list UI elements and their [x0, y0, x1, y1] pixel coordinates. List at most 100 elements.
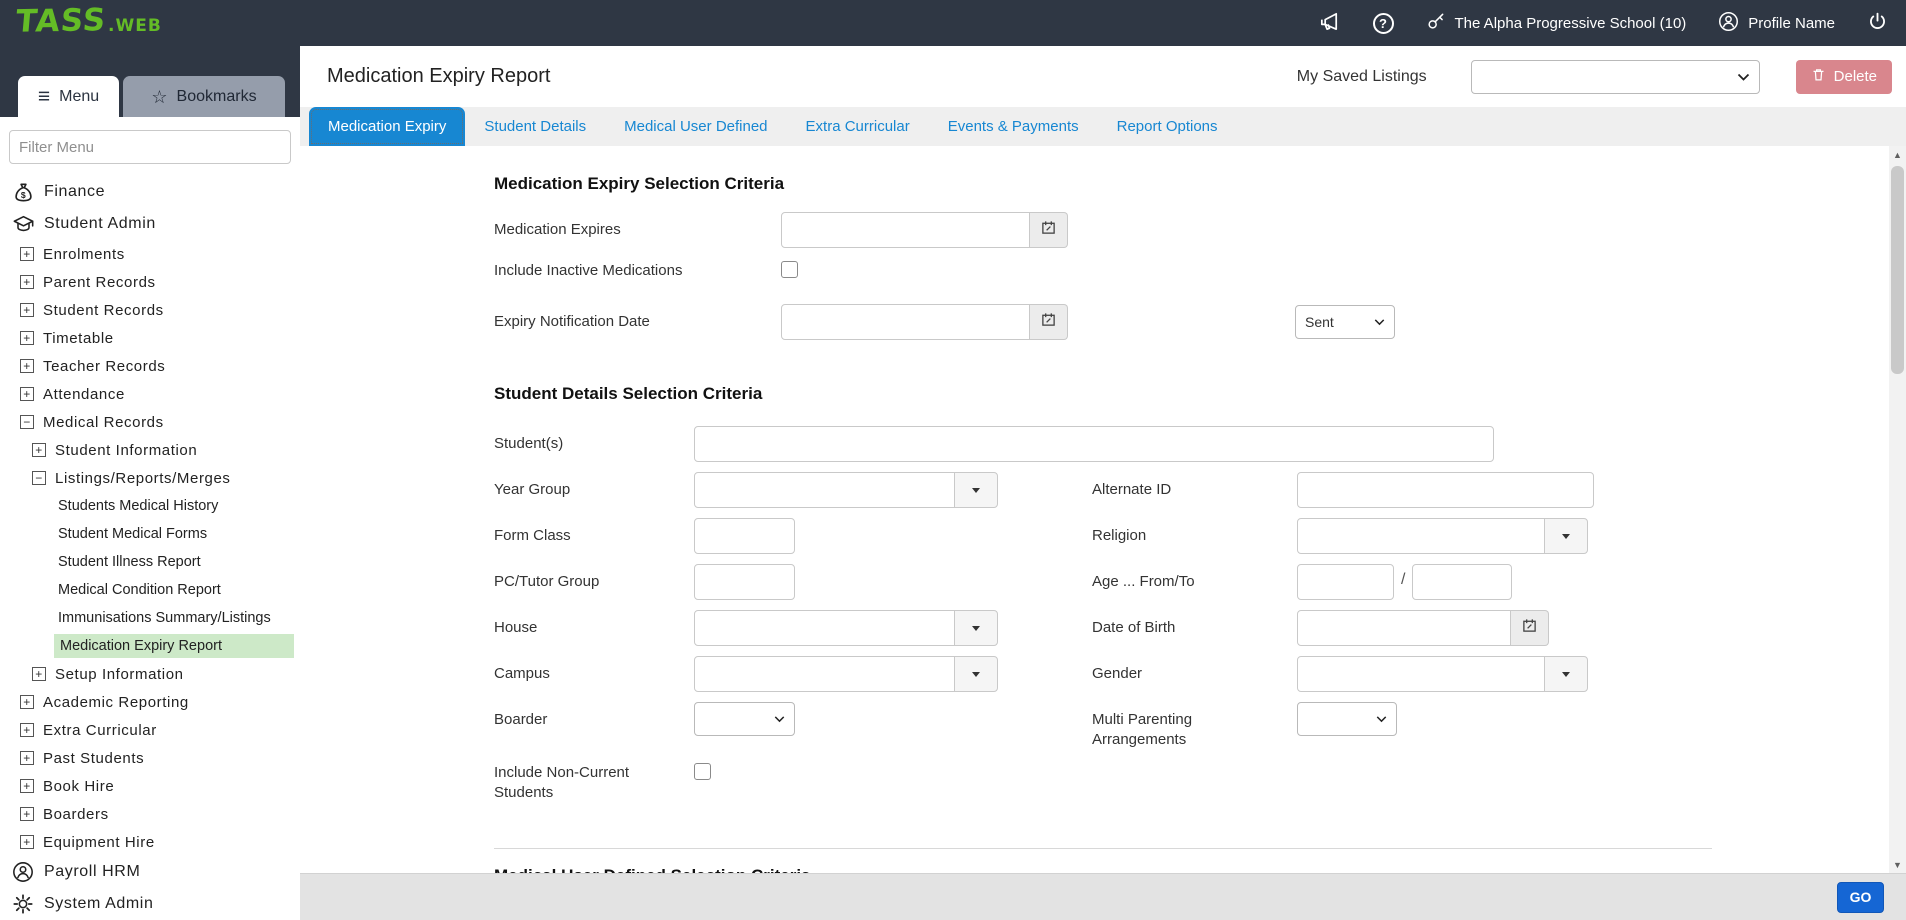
expand-icon[interactable]: + — [20, 723, 34, 737]
expiry-notification-status-select[interactable]: Sent — [1295, 305, 1395, 339]
expand-icon[interactable]: + — [20, 275, 34, 289]
sidebar-item-medical-records[interactable]: −Medical Records — [0, 408, 300, 436]
sidebar-item-medical-condition-report[interactable]: Medical Condition Report — [0, 576, 300, 604]
sidebar-item-students-medical-history[interactable]: Students Medical History — [0, 492, 300, 520]
expand-icon[interactable]: + — [20, 387, 34, 401]
sidebar-item-system-admin[interactable]: System Admin — [0, 888, 300, 920]
expiry-notification-datepicker-button[interactable] — [1030, 304, 1068, 340]
sidebar-item-listings-reports-merges[interactable]: −Listings/Reports/Merges — [0, 464, 300, 492]
expand-icon[interactable]: + — [20, 779, 34, 793]
form-class-input[interactable] — [694, 518, 795, 554]
sidebar-item-attendance[interactable]: +Attendance — [0, 380, 300, 408]
tab-medication-expiry[interactable]: Medication Expiry — [309, 107, 465, 146]
dropdown-arrow-icon — [972, 672, 980, 677]
header-actions: ? The Alpha Progressive School (10) Prof… — [1318, 0, 1889, 46]
house-input[interactable] — [694, 610, 955, 646]
expand-icon[interactable]: + — [20, 303, 34, 317]
alternate-id-input[interactable] — [1297, 472, 1594, 508]
expand-icon[interactable]: + — [20, 359, 34, 373]
scroll-down-button[interactable]: ▼ — [1889, 856, 1906, 873]
campus-input[interactable] — [694, 656, 955, 692]
tab-medical-user-defined[interactable]: Medical User Defined — [605, 107, 786, 146]
delete-button-label: Delete — [1834, 68, 1877, 85]
sidebar-item-student-admin[interactable]: Student Admin — [0, 208, 300, 240]
help-icon: ? — [1373, 13, 1394, 34]
expand-icon[interactable]: + — [32, 443, 46, 457]
pc-tutor-group-input[interactable] — [694, 564, 795, 600]
sidebar-item-parent-records[interactable]: +Parent Records — [0, 268, 300, 296]
sidebar-item-teacher-records[interactable]: +Teacher Records — [0, 352, 300, 380]
expand-icon[interactable]: + — [20, 331, 34, 345]
sidebar-item-student-records[interactable]: +Student Records — [0, 296, 300, 324]
expand-icon[interactable]: + — [20, 247, 34, 261]
sidebar-item-setup-information[interactable]: +Setup Information — [0, 660, 300, 688]
profile-menu[interactable]: Profile Name — [1718, 11, 1835, 36]
tab-student-details[interactable]: Student Details — [465, 107, 605, 146]
sidebar-item-medication-expiry-report[interactable]: Medication Expiry Report — [0, 632, 300, 660]
bookmarks-tab[interactable]: ☆ Bookmarks — [123, 76, 285, 117]
medication-expires-input[interactable] — [781, 212, 1030, 248]
saved-listings-select[interactable] — [1471, 60, 1760, 94]
scrollbar[interactable]: ▲ ▼ — [1889, 146, 1906, 873]
sidebar-item-academic-reporting[interactable]: +Academic Reporting — [0, 688, 300, 716]
go-button[interactable]: GO — [1837, 882, 1884, 913]
tab-extra-curricular[interactable]: Extra Curricular — [787, 107, 929, 146]
sidebar-item-finance[interactable]: $Finance — [0, 176, 300, 208]
sidebar: $FinanceStudent Admin+Enrolments+Parent … — [0, 117, 300, 920]
sidebar-item-payroll-hrm[interactable]: Payroll HRM — [0, 856, 300, 888]
scroll-up-button[interactable]: ▲ — [1889, 146, 1906, 163]
tab-report-options[interactable]: Report Options — [1098, 107, 1237, 146]
tab-events-payments[interactable]: Events & Payments — [929, 107, 1098, 146]
year-group-dropdown-button[interactable] — [954, 472, 998, 508]
sidebar-item-enrolments[interactable]: +Enrolments — [0, 240, 300, 268]
expand-icon[interactable]: + — [20, 835, 34, 849]
expiry-notification-label: Expiry Notification Date — [494, 304, 781, 332]
collapse-icon[interactable]: − — [32, 471, 46, 485]
sidebar-item-student-illness-report[interactable]: Student Illness Report — [0, 548, 300, 576]
expand-icon[interactable]: + — [20, 751, 34, 765]
sidebar-item-equipment-hire[interactable]: +Equipment Hire — [0, 828, 300, 856]
profile-name: Profile Name — [1748, 15, 1835, 32]
age-to-input[interactable] — [1412, 564, 1512, 600]
religion-input[interactable] — [1297, 518, 1545, 554]
tass-web-logo[interactable]: TASS .WEB — [16, 3, 162, 39]
date-of-birth-datepicker-button[interactable] — [1511, 610, 1549, 646]
medication-expires-datepicker-button[interactable] — [1030, 212, 1068, 248]
year-group-input[interactable] — [694, 472, 955, 508]
announcements-button[interactable] — [1318, 10, 1341, 37]
scroll-thumb[interactable] — [1891, 166, 1904, 374]
expand-icon[interactable]: + — [32, 667, 46, 681]
sidebar-item-immunisations-summary-listings[interactable]: Immunisations Summary/Listings — [0, 604, 300, 632]
collapse-icon[interactable]: − — [20, 415, 34, 429]
students-input[interactable] — [694, 426, 1494, 462]
delete-button[interactable]: Delete — [1796, 60, 1892, 94]
expiry-notification-input[interactable] — [781, 304, 1030, 340]
help-button[interactable]: ? — [1373, 13, 1394, 34]
sidebar-item-past-students[interactable]: +Past Students — [0, 744, 300, 772]
report-tabs: Medication ExpiryStudent DetailsMedical … — [300, 107, 1906, 146]
expand-icon[interactable]: + — [20, 807, 34, 821]
include-inactive-checkbox[interactable] — [781, 261, 798, 278]
menu-tab[interactable]: ≡ Menu — [18, 76, 119, 117]
sidebar-item-student-medical-forms[interactable]: Student Medical Forms — [0, 520, 300, 548]
boarder-select[interactable] — [694, 702, 795, 736]
date-of-birth-input[interactable] — [1297, 610, 1511, 646]
expand-icon[interactable]: + — [20, 695, 34, 709]
include-non-current-checkbox[interactable] — [694, 763, 711, 780]
sidebar-item-student-information[interactable]: +Student Information — [0, 436, 300, 464]
sidebar-item-boarders[interactable]: +Boarders — [0, 800, 300, 828]
religion-dropdown-button[interactable] — [1544, 518, 1588, 554]
sidebar-item-book-hire[interactable]: +Book Hire — [0, 772, 300, 800]
sidebar-item-extra-curricular[interactable]: +Extra Curricular — [0, 716, 300, 744]
age-from-input[interactable] — [1297, 564, 1394, 600]
multi-parenting-select[interactable] — [1297, 702, 1397, 736]
gender-dropdown-button[interactable] — [1544, 656, 1588, 692]
filter-menu-input[interactable] — [9, 130, 291, 164]
sidebar-item-timetable[interactable]: +Timetable — [0, 324, 300, 352]
logout-button[interactable] — [1867, 11, 1888, 36]
house-dropdown-button[interactable] — [954, 610, 998, 646]
gender-input[interactable] — [1297, 656, 1545, 692]
school-switcher[interactable]: The Alpha Progressive School (10) — [1426, 11, 1687, 35]
tass-web-app: TASS .WEB ? The Alpha Progressive School… — [0, 0, 1906, 920]
campus-dropdown-button[interactable] — [954, 656, 998, 692]
